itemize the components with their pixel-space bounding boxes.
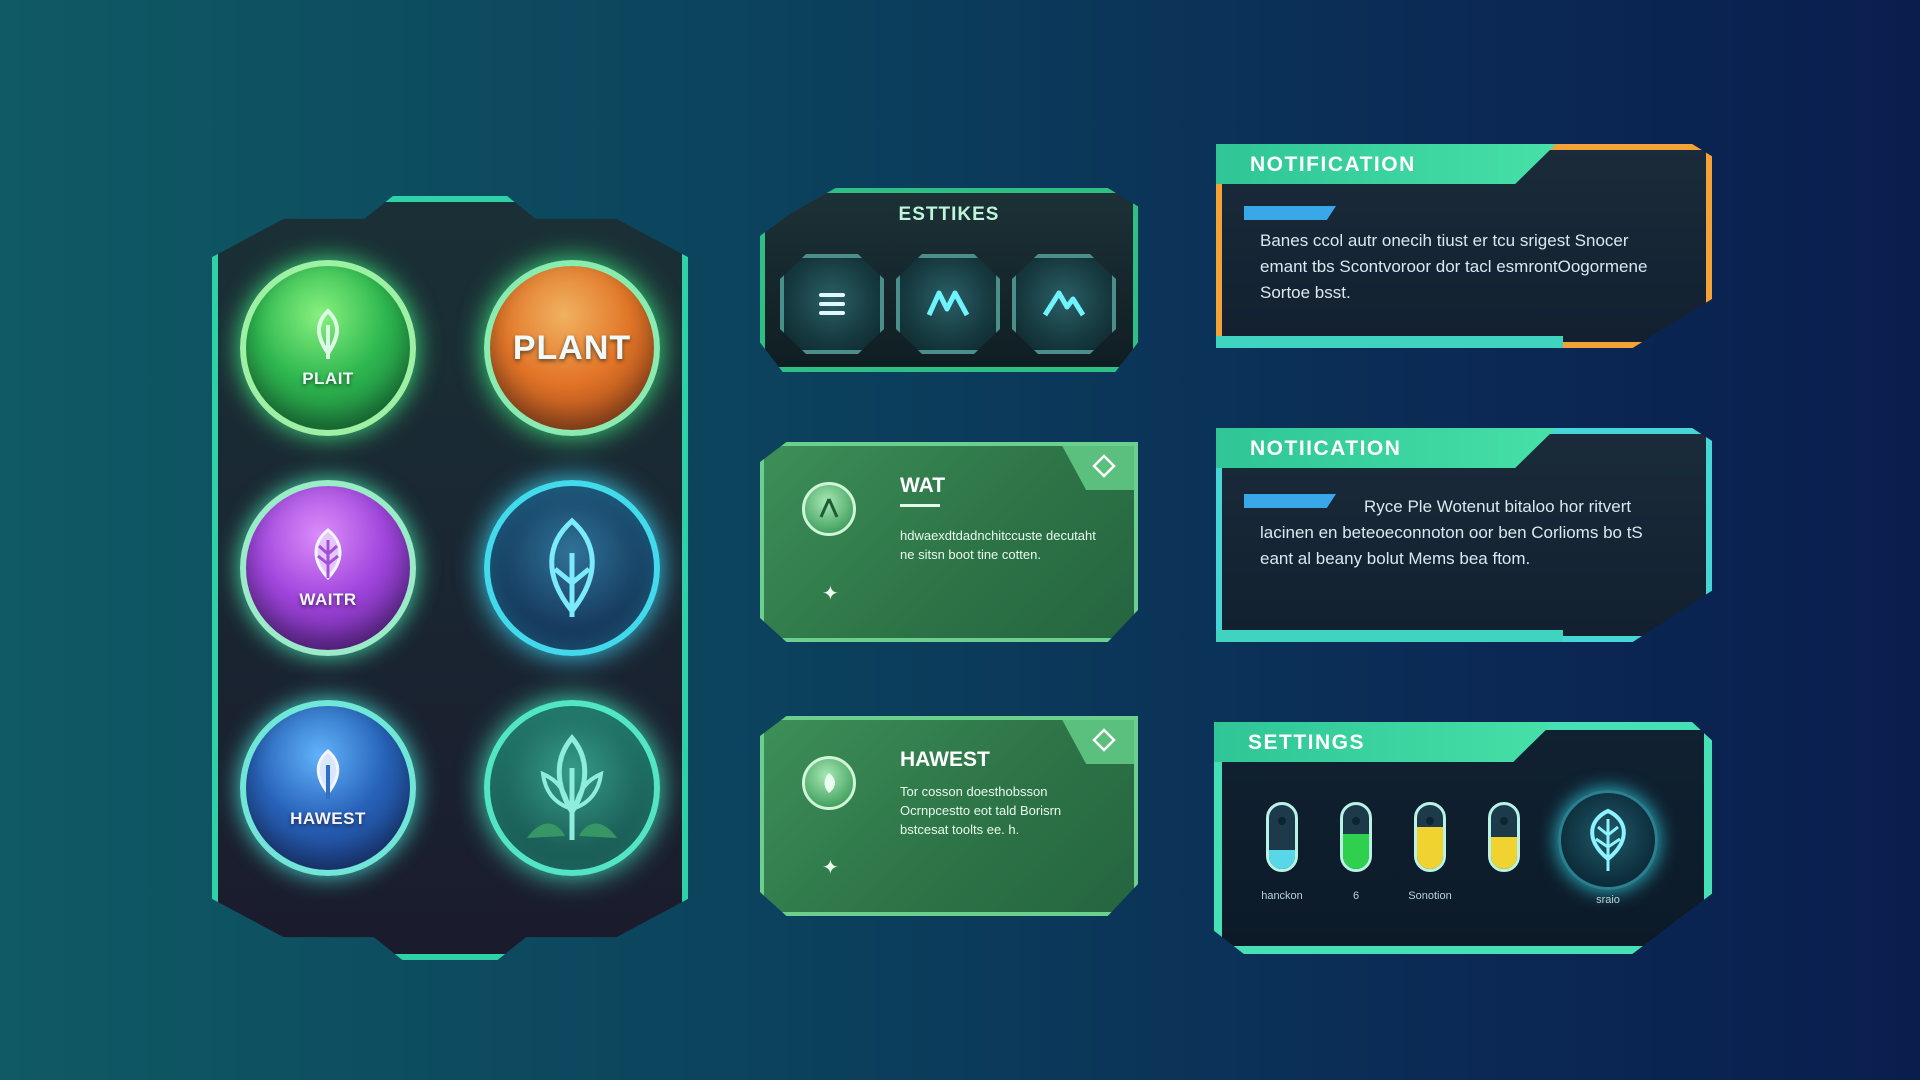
plant-orb-label-large: PLANT — [512, 328, 632, 367]
seed-icon — [316, 749, 340, 799]
setting-slider-2[interactable] — [1340, 802, 1372, 872]
leaf-bud-icon — [314, 528, 342, 581]
sparkle-icon: ✦ — [822, 857, 839, 879]
notification-bottom-accent — [1216, 336, 1564, 348]
tree-setting-button[interactable] — [1558, 790, 1658, 890]
peak-icon — [1042, 290, 1086, 317]
setting-slider-4[interactable] — [1488, 802, 1520, 872]
setting-slider-1[interactable] — [1266, 802, 1298, 872]
tree-setting-label: sraio — [1596, 894, 1620, 906]
notification-message: Ryce Ple Wotenut bitaloo hor ritvert lac… — [1260, 497, 1643, 568]
slider-label: hanckon — [1261, 890, 1303, 902]
wave-button[interactable] — [896, 254, 1000, 354]
slider-knob — [1500, 817, 1508, 825]
card-description: Tor cosson doesthobsson Ocrnpcestto eot … — [900, 784, 1062, 837]
notification-title: NOTIFICATION — [1250, 153, 1416, 176]
leaf-icon — [802, 756, 856, 810]
notification-panel: NOTIICATION Ryce Ple Wotenut bitaloo hor… — [1216, 428, 1712, 642]
tree-icon — [1590, 808, 1626, 871]
slider-label: Sonotion — [1408, 890, 1452, 902]
notification-panel: NOTIFICATION Banes ccol autr onecih tius… — [1216, 144, 1712, 348]
plant-orb-button-orange[interactable]: PLANT — [484, 260, 660, 436]
diamond-icon — [1092, 454, 1116, 478]
settings-panel: SETTINGS hanckon 6 Sonotion sraio — [1214, 722, 1712, 954]
card-description: hdwaexdtdadnchitccuste decutaht ne sitsn… — [900, 528, 1096, 562]
wave-icon — [926, 290, 970, 317]
diamond-icon — [1092, 728, 1116, 752]
setting-slider-3[interactable] — [1414, 802, 1446, 872]
slider-fill — [1343, 833, 1369, 869]
settings-toolbar: ESTTIKES — [760, 188, 1138, 372]
title-underline — [900, 504, 940, 507]
notification-message: Banes ccol autr onecih tiust er tcu srig… — [1260, 231, 1648, 302]
card-corner-tab — [1062, 446, 1134, 490]
leaf-orb-button-blue[interactable] — [484, 480, 660, 656]
harvest-orb-label: HAWEST — [290, 809, 366, 828]
slider-knob — [1278, 817, 1286, 825]
toolbar-title: ESTTIKES — [898, 204, 1000, 225]
sparkle-icon: ✦ — [822, 583, 839, 605]
harvest-action-card[interactable]: HAWEST Tor cosson doesthobsson Ocrnpcest… — [760, 716, 1138, 916]
water-action-card[interactable]: WAT hdwaexdtdadnchitccuste decutaht ne s… — [760, 442, 1138, 642]
plant-orb-label: PLAIT — [302, 369, 354, 388]
menu-icon — [819, 293, 845, 315]
glowing-leaf-icon — [549, 517, 595, 617]
plant-orb-button-green[interactable]: PLAIT — [240, 260, 416, 436]
slider-knob — [1426, 817, 1434, 825]
notification-bottom-accent — [1216, 630, 1564, 642]
harvest-orb-button[interactable]: HAWEST — [240, 700, 416, 876]
card-title: WAT — [900, 474, 946, 497]
water-orb-label: WAITR — [299, 590, 357, 609]
notification-title: NOTIICATION — [1250, 437, 1402, 460]
menu-button[interactable] — [780, 254, 884, 354]
slider-knob — [1352, 817, 1360, 825]
slider-label: 6 — [1352, 890, 1360, 902]
water-orb-button[interactable]: WAITR — [240, 480, 416, 656]
card-title: HAWEST — [900, 748, 990, 771]
seed-icon — [317, 308, 339, 359]
card-corner-tab — [1062, 720, 1134, 764]
settings-title: SETTINGS — [1248, 731, 1366, 754]
sprout-orb-button-teal[interactable] — [484, 700, 660, 876]
peak-button[interactable] — [1012, 254, 1116, 354]
action-orb-panel: PLAIT PLANT WAITR HAWEST — [212, 196, 688, 960]
slider-fill — [1491, 837, 1517, 869]
sprout-icon — [802, 482, 856, 536]
notification-tag — [1244, 206, 1336, 220]
slider-fill — [1417, 827, 1443, 869]
slider-fill — [1269, 849, 1295, 869]
sprout-leaves-icon — [527, 734, 617, 840]
